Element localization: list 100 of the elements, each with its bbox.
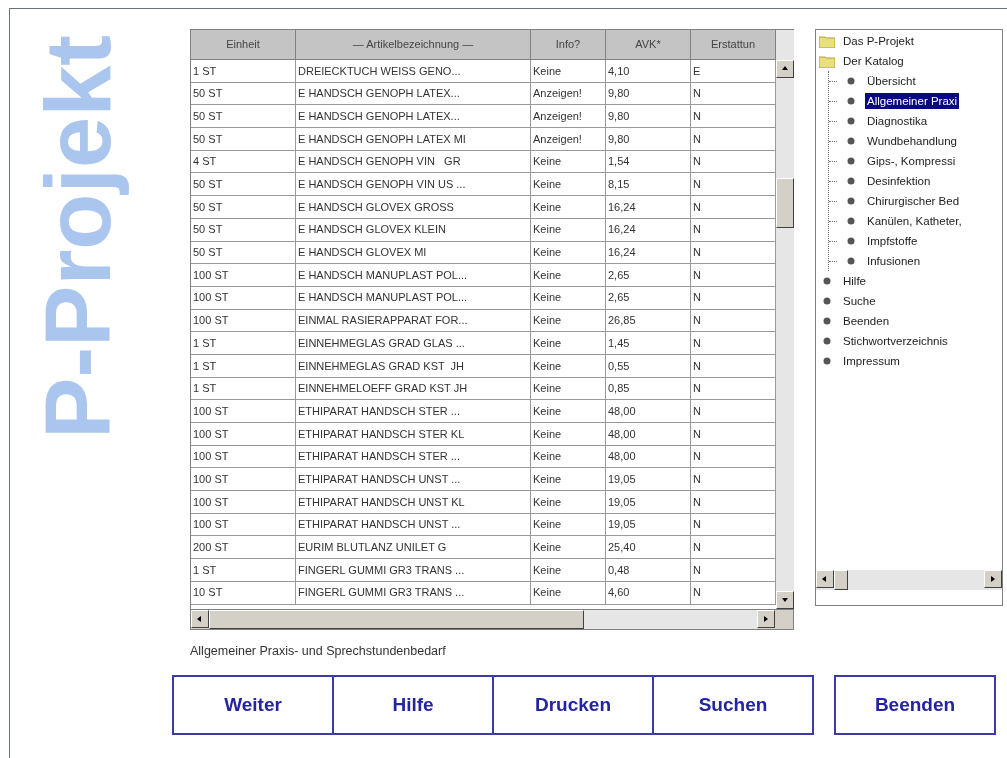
table-cell: Keine <box>531 264 606 287</box>
table-cell: Keine <box>531 218 606 242</box>
tree-item[interactable]: Kanülen, Katheter, <box>865 213 964 229</box>
table-cell: 100 ST <box>191 491 296 514</box>
table-cell: Keine <box>531 196 606 219</box>
table-cell: E HANDSCH GLOVEX GROSS <box>296 196 531 219</box>
table-cell: 1 ST <box>191 377 296 401</box>
tree-item[interactable]: Infusionen <box>865 253 923 269</box>
table-cell: Keine <box>531 332 606 355</box>
scroll-right-button[interactable] <box>984 570 1002 588</box>
scroll-down-button[interactable] <box>776 591 794 609</box>
exit-button[interactable]: Beenden <box>834 675 996 735</box>
table-cell: 0,85 <box>606 377 691 401</box>
table-cell: ETHIPARAT HANDSCH STER KL <box>296 423 531 446</box>
table-cell: Keine <box>531 400 606 423</box>
table-cell: E HANDSCH GLOVEX MI <box>296 241 531 265</box>
column-header[interactable]: Info? <box>531 30 606 60</box>
table-cell: 8,15 <box>606 173 691 197</box>
table-cell: Keine <box>531 559 606 582</box>
tree-item[interactable]: Gips-, Kompressi <box>865 153 958 169</box>
table-cell: Anzeigen! <box>531 105 606 129</box>
tree-item[interactable]: Der Katalog <box>841 53 906 69</box>
table-cell: Keine <box>531 491 606 514</box>
scroll-up-button[interactable] <box>776 60 794 78</box>
tree-item[interactable]: Impfstoffe <box>865 233 920 249</box>
column-header[interactable]: Einheit <box>191 30 296 60</box>
table-cell: Keine <box>531 377 606 401</box>
table-cell: Keine <box>531 581 606 605</box>
table-cell: 9,80 <box>606 82 691 106</box>
table-cell: 0,55 <box>606 354 691 378</box>
tree-item[interactable]: Wundbehandlung <box>865 133 959 149</box>
tree-item[interactable]: Desinfektion <box>865 173 933 189</box>
column-header[interactable]: Erstattun <box>691 30 776 60</box>
table-cell: 100 ST <box>191 309 296 333</box>
table-cell: Keine <box>531 60 606 83</box>
tree-item[interactable]: Suche <box>841 293 878 309</box>
bullet-icon <box>823 357 831 365</box>
table-cell: EURIM BLUTLANZ UNILET G <box>296 536 531 560</box>
table-cell: Anzeigen! <box>531 128 606 151</box>
nav-button[interactable]: Hilfe <box>332 675 494 735</box>
tree-item[interactable]: Stichwortverzeichnis <box>841 333 950 349</box>
bullet-icon <box>847 77 855 85</box>
tree-item[interactable]: Diagnostika <box>865 113 930 129</box>
table-cell: ETHIPARAT HANDSCH STER ... <box>296 445 531 469</box>
table-cell: 19,05 <box>606 513 691 537</box>
table-cell: Keine <box>531 309 606 333</box>
table-cell: 1 ST <box>191 354 296 378</box>
tree-item[interactable]: Chirurgischer Bed <box>865 193 962 209</box>
tree-item[interactable]: Hilfe <box>841 273 868 289</box>
bullet-icon <box>847 137 855 145</box>
table-cell: 48,00 <box>606 400 691 423</box>
nav-button[interactable]: Suchen <box>652 675 814 735</box>
tree-item[interactable]: Impressum <box>841 353 902 369</box>
bullet-icon <box>847 117 855 125</box>
table-cell: Keine <box>531 354 606 378</box>
scroll-thumb[interactable] <box>834 570 848 590</box>
table-cell: E HANDSCH MANUPLAST POL... <box>296 286 531 310</box>
bullet-icon <box>847 257 855 265</box>
logo-text: P-Projekt <box>25 34 130 441</box>
table-cell: 9,80 <box>606 128 691 151</box>
folder-icon <box>819 54 835 68</box>
folder-icon <box>819 34 835 48</box>
table-cell: EINNEHMEGLAS GRAD KST JH <box>296 354 531 378</box>
table-cell: 50 ST <box>191 218 296 242</box>
scroll-right-button[interactable] <box>757 610 775 628</box>
tree-item[interactable]: Beenden <box>841 313 892 329</box>
bullet-icon <box>847 177 855 185</box>
bullet-icon <box>823 317 831 325</box>
table-cell: EINMAL RASIERAPPARAT FOR... <box>296 309 531 333</box>
table-cell: 100 ST <box>191 468 296 492</box>
table-cell: 2,65 <box>606 264 691 287</box>
tree-item[interactable]: Allgemeiner Praxi <box>865 93 960 109</box>
table-cell: DREIECKTUCH WEISS GENO... <box>296 60 531 83</box>
nav-button[interactable]: Drucken <box>492 675 654 735</box>
table-cell: 1,54 <box>606 150 691 174</box>
table-cell: 16,24 <box>606 241 691 265</box>
table-cell: Keine <box>531 150 606 174</box>
nav-button[interactable]: Weiter <box>172 675 334 735</box>
table-cell: 48,00 <box>606 445 691 469</box>
tree-item[interactable]: Übersicht <box>865 73 918 89</box>
table-cell: 100 ST <box>191 445 296 469</box>
scroll-thumb[interactable] <box>776 178 794 228</box>
table-cell: 100 ST <box>191 400 296 423</box>
table-cell: E HANDSCH GENOPH VIN GR <box>296 150 531 174</box>
scroll-left-button[interactable] <box>816 570 834 588</box>
table-cell: FINGERL GUMMI GR3 TRANS ... <box>296 559 531 582</box>
table-cell: 50 ST <box>191 173 296 197</box>
column-header[interactable]: AVK* <box>606 30 691 60</box>
table-cell: Anzeigen! <box>531 82 606 106</box>
table-cell: 50 ST <box>191 128 296 151</box>
table-cell: 16,24 <box>606 196 691 219</box>
table-cell: 25,40 <box>606 536 691 560</box>
scroll-left-button[interactable] <box>191 610 209 628</box>
table-cell: Keine <box>531 423 606 446</box>
table-cell: 50 ST <box>191 241 296 265</box>
column-header[interactable]: — Artikelbezeichnung — <box>296 30 531 60</box>
scroll-thumb[interactable] <box>209 610 584 629</box>
horizontal-scrollbar[interactable] <box>209 610 757 629</box>
table-cell: EINNEHMELOEFF GRAD KST JH <box>296 377 531 401</box>
tree-item[interactable]: Das P-Projekt <box>841 33 916 49</box>
